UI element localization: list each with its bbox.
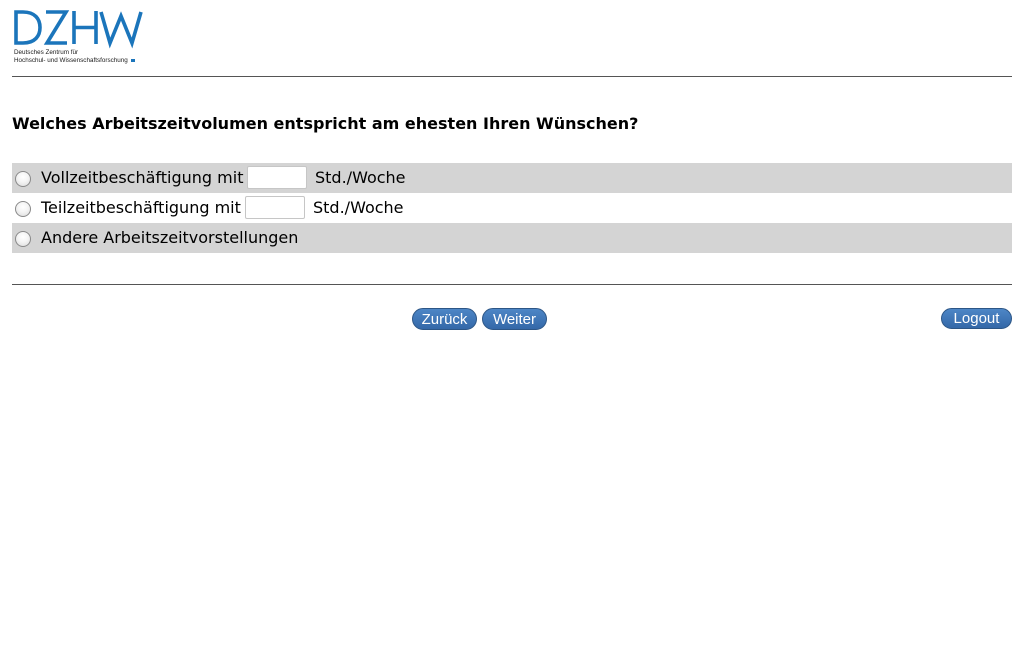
logo-subtitle: Deutsches Zentrum für Hochschul- und Wis… bbox=[14, 49, 135, 65]
unit-label-teilzeit: Std./Woche bbox=[313, 198, 404, 217]
back-button[interactable]: Zurück bbox=[412, 308, 477, 330]
option-row-andere: Andere Arbeitszeitvorstellungen bbox=[12, 223, 1012, 253]
hours-input-teilzeit[interactable] bbox=[245, 196, 305, 219]
logo-square-icon bbox=[130, 59, 135, 62]
survey-page: Deutsches Zentrum für Hochschul- und Wis… bbox=[0, 0, 1024, 657]
radio-vollzeit[interactable] bbox=[15, 171, 31, 187]
option-label-vollzeit: Vollzeitbeschäftigung mit bbox=[41, 168, 244, 187]
question-text: Welches Arbeitszeitvolumen entspricht am… bbox=[12, 114, 639, 133]
logo-subtitle-line1: Deutsches Zentrum für bbox=[14, 49, 79, 56]
hours-input-vollzeit[interactable] bbox=[247, 166, 307, 189]
option-label-teilzeit: Teilzeitbeschäftigung mit bbox=[41, 198, 241, 217]
header-divider bbox=[12, 76, 1012, 77]
logout-button[interactable]: Logout bbox=[941, 308, 1012, 329]
dzhw-logo: Deutsches Zentrum für Hochschul- und Wis… bbox=[13, 9, 148, 67]
option-row-vollzeit: Vollzeitbeschäftigung mit Std./Woche bbox=[12, 163, 1012, 193]
option-label-andere: Andere Arbeitszeitvorstellungen bbox=[41, 228, 299, 247]
radio-andere[interactable] bbox=[15, 231, 31, 247]
footer-divider bbox=[12, 284, 1012, 285]
dzhw-wordmark-logo bbox=[14, 10, 143, 49]
logo-subtitle-line2: Hochschul- und Wissenschaftsforschung bbox=[14, 57, 135, 65]
logo-subtitle-line2-text: Hochschul- und Wissenschaftsforschung bbox=[14, 57, 128, 64]
unit-label-vollzeit: Std./Woche bbox=[315, 168, 406, 187]
option-row-teilzeit: Teilzeitbeschäftigung mit Std./Woche bbox=[12, 193, 1012, 223]
next-button[interactable]: Weiter bbox=[482, 308, 547, 330]
radio-teilzeit[interactable] bbox=[15, 201, 31, 217]
